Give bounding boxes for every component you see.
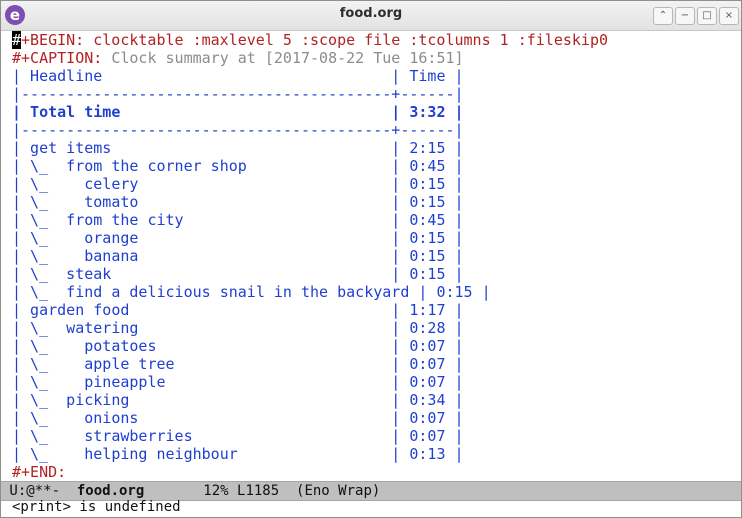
- window-title: food.org: [339, 6, 403, 21]
- table-row[interactable]: | \_ apple tree | 0:07 |: [12, 355, 464, 373]
- minimize-button[interactable]: −: [675, 7, 695, 25]
- begin-text: +BEGIN: clocktable :maxlevel 5 :scope fi…: [21, 31, 608, 49]
- modeline-buffer-name: food.org: [76, 483, 145, 499]
- table-row[interactable]: | \_ strawberries | 0:07 |: [12, 427, 464, 445]
- table-row[interactable]: | \_ find a delicious snail in the backy…: [12, 283, 491, 301]
- caption-label: #+CAPTION:: [12, 49, 103, 67]
- echo-area: <print> is undefined: [12, 499, 181, 515]
- table-separator[interactable]: |---------------------------------------…: [12, 85, 464, 103]
- modeline-position: 12% L1185: [144, 483, 297, 499]
- begin-line[interactable]: #+BEGIN: clocktable :maxlevel 5 :scope f…: [12, 31, 608, 49]
- maximize-button[interactable]: □: [697, 7, 717, 25]
- table-row[interactable]: | \_ celery | 0:15 |: [12, 175, 464, 193]
- title-bar[interactable]: e food.org ⌃ − □ ×: [1, 1, 741, 31]
- table-row[interactable]: | \_ helping neighbour | 0:13 |: [12, 445, 464, 463]
- table-row[interactable]: | \_ orange | 0:15 |: [12, 229, 464, 247]
- table-row[interactable]: | get items | 2:15 |: [12, 139, 464, 157]
- table-row[interactable]: | \_ onions | 0:07 |: [12, 409, 464, 427]
- table-row[interactable]: | \_ watering | 0:28 |: [12, 319, 464, 337]
- table-row[interactable]: | \_ steak | 0:15 |: [12, 265, 464, 283]
- text-cursor: #: [12, 31, 22, 49]
- table-row[interactable]: | \_ picking | 0:34 |: [12, 391, 464, 409]
- table-row[interactable]: | garden food | 1:17 |: [12, 301, 464, 319]
- modeline-state: U:@**-: [1, 483, 77, 499]
- end-line[interactable]: #+END:: [12, 463, 66, 481]
- caption-line[interactable]: #+CAPTION: Clock summary at [2017-08-22 …: [12, 49, 464, 67]
- table-row[interactable]: | \_ from the city | 0:45 |: [12, 211, 464, 229]
- shade-button[interactable]: ⌃: [653, 7, 673, 25]
- emacs-window: e food.org ⌃ − □ × #+BEGIN: clocktable :…: [0, 0, 742, 518]
- table-row[interactable]: | \_ pineapple | 0:07 |: [12, 373, 464, 391]
- editor-buffer[interactable]: #+BEGIN: clocktable :maxlevel 5 :scope f…: [1, 31, 741, 481]
- close-button[interactable]: ×: [719, 7, 739, 25]
- table-row[interactable]: | \_ from the corner shop | 0:45 |: [12, 157, 464, 175]
- table-header[interactable]: | Headline | Time |: [12, 67, 464, 85]
- caption-text: Clock summary at [2017-08-22 Tue 16:51]: [102, 49, 464, 67]
- table-total-row[interactable]: | Total time | 3:32 |: [12, 103, 464, 121]
- table-row[interactable]: | \_ potatoes | 0:07 |: [12, 337, 464, 355]
- mode-line: U:@**- food.org 12% L1185 (Eno Wrap): [1, 481, 741, 501]
- table-separator[interactable]: |---------------------------------------…: [12, 121, 464, 139]
- table-row[interactable]: | \_ tomato | 0:15 |: [12, 193, 464, 211]
- table-row[interactable]: | \_ banana | 0:15 |: [12, 247, 464, 265]
- modeline-mode: (Eno Wrap): [296, 483, 381, 499]
